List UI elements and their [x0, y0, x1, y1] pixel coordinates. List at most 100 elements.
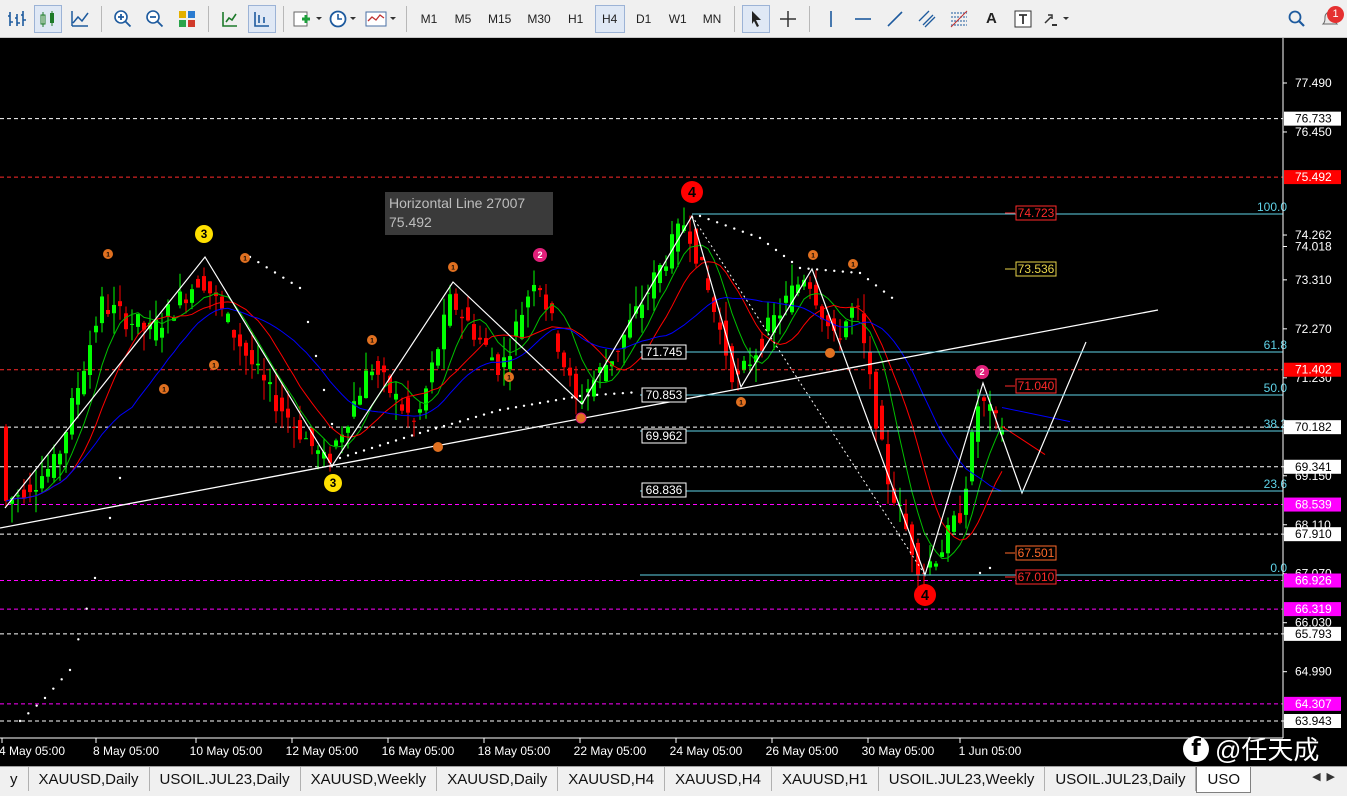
vertical-line-icon[interactable] — [817, 5, 845, 33]
sar-dot — [466, 418, 470, 421]
period-clock-icon[interactable] — [327, 5, 359, 33]
sar-dot — [724, 224, 727, 227]
price-flag-label: 66.319 — [1295, 602, 1332, 616]
bull-candle — [490, 357, 494, 361]
price-flag-label: 65.793 — [1295, 627, 1332, 641]
bear-candle — [862, 313, 866, 344]
sar-dot — [841, 270, 845, 273]
trendline-icon[interactable] — [881, 5, 909, 33]
wave-mark-label: 1 — [811, 252, 815, 259]
timeframe-w1-button[interactable]: W1 — [663, 5, 693, 33]
text-tool-button[interactable]: A — [977, 5, 1005, 33]
timeframe-h1-button[interactable]: H1 — [561, 5, 591, 33]
chart-tab[interactable]: XAUUSD,Daily — [29, 767, 150, 791]
notifications-icon[interactable]: 1 — [1315, 5, 1345, 33]
sar-dot — [766, 242, 770, 246]
timeframe-d1-button[interactable]: D1 — [629, 5, 659, 33]
sar-dot — [426, 429, 430, 432]
timeframe-mn-button[interactable]: MN — [697, 5, 728, 33]
bear-candle — [454, 293, 458, 310]
bear-candle — [298, 420, 302, 440]
chart-tab[interactable]: USOIL.JUL23,Daily — [1045, 767, 1197, 791]
sar-dot — [386, 441, 390, 445]
bull-candle — [16, 495, 20, 497]
chart-tab[interactable]: XAUUSD,Daily — [437, 767, 559, 791]
sar-dot — [354, 451, 358, 455]
chart-tab[interactable]: USOIL.JUL23,Weekly — [879, 767, 1046, 791]
wave-mark-label: 1 — [212, 362, 216, 369]
fib-level-label: 0.0 — [1270, 561, 1287, 575]
chart-tab[interactable]: XAUUSD,H4 — [665, 767, 772, 791]
bull-candle — [316, 450, 320, 454]
timeframe-m30-button[interactable]: M30 — [521, 5, 556, 33]
chart-tab[interactable]: USO — [1196, 767, 1251, 793]
chart-tab[interactable]: USOIL.JUL23,Daily — [150, 767, 301, 791]
right-label: 67.501 — [1018, 546, 1055, 560]
chart-tab[interactable]: y — [0, 767, 29, 791]
bear-candle — [688, 231, 692, 244]
chart-tab[interactable]: XAUUSD,Weekly — [301, 767, 438, 791]
time-axis-label: 26 May 05:00 — [766, 744, 839, 758]
right-label: 74.723 — [1018, 206, 1055, 220]
wave-mark-label: 3 — [330, 477, 337, 490]
candlestick-icon[interactable] — [34, 4, 62, 33]
bull-candle — [94, 325, 98, 333]
tile-windows-icon[interactable] — [173, 5, 201, 33]
bull-candle — [370, 371, 374, 376]
timeframe-h4-button[interactable]: H4 — [594, 4, 625, 33]
bull-candle — [394, 393, 398, 400]
chart-tab[interactable]: XAUUSD,H4 — [558, 767, 666, 791]
timeframe-m1-button[interactable]: M1 — [414, 5, 444, 33]
bull-candle — [178, 291, 182, 306]
timeframe-m5-button[interactable]: M5 — [448, 5, 478, 33]
sar-dot — [978, 571, 982, 575]
level-label: 71.745 — [646, 345, 683, 359]
cursor-icon[interactable] — [742, 4, 771, 33]
bull-candle — [436, 349, 440, 366]
timeframe-m15-button[interactable]: M15 — [482, 5, 517, 33]
crosshair-icon[interactable] — [774, 5, 802, 33]
arrows-icon[interactable] — [1041, 5, 1073, 33]
sar-dot — [257, 260, 260, 264]
text-label-icon[interactable] — [1009, 5, 1037, 33]
auto-scroll-icon[interactable] — [216, 5, 244, 33]
sar-dot — [402, 436, 406, 440]
templates-icon[interactable] — [363, 5, 399, 33]
price-axis-label: 72.270 — [1295, 322, 1332, 336]
price-flag-label: 67.910 — [1295, 527, 1332, 541]
line-chart-icon[interactable] — [66, 5, 94, 33]
bear-candle — [556, 333, 560, 352]
fibonacci-icon[interactable] — [945, 5, 973, 33]
bear-candle — [706, 278, 710, 291]
wave-mark-circle — [825, 348, 835, 358]
bull-candle — [934, 563, 938, 567]
search-icon[interactable] — [1283, 5, 1311, 33]
chart-shift-icon[interactable] — [248, 4, 276, 33]
indicators-icon[interactable] — [291, 5, 323, 33]
chart-tab[interactable]: XAUUSD,H1 — [772, 767, 879, 791]
price-flag-label: 69.341 — [1295, 460, 1332, 474]
bull-candle — [154, 319, 158, 341]
bear-candle — [574, 373, 578, 399]
horizontal-line-icon[interactable] — [849, 5, 877, 33]
wave-mark-label: 2 — [537, 250, 542, 260]
bull-candle — [304, 438, 308, 440]
sar-dot — [378, 444, 382, 447]
time-axis-label: 4 May 05:00 — [0, 744, 65, 758]
zoom-in-icon[interactable] — [109, 5, 137, 33]
sar-dot — [273, 271, 277, 274]
wave-mark-label: 1 — [507, 374, 511, 381]
bar-chart-icon[interactable] — [2, 5, 30, 33]
zoom-out-icon[interactable] — [141, 5, 169, 33]
sar-dot — [458, 420, 462, 423]
sar-dot — [522, 404, 526, 407]
tab-scroll-arrows-icon[interactable]: ◀▶ — [1312, 770, 1341, 783]
tooltip-name: Horizontal Line 27007 — [389, 195, 526, 211]
wave-mark-label: 2 — [979, 367, 984, 377]
wave-mark-label: 3 — [201, 228, 208, 241]
time-axis-label: 1 Jun 05:00 — [959, 744, 1022, 758]
bear-candle — [460, 316, 464, 319]
equidistant-channel-icon[interactable] — [913, 5, 941, 33]
price-chart[interactable]: 100.061.850.038.223.60.071.74570.85369.9… — [0, 38, 1347, 766]
bear-candle — [202, 276, 206, 291]
